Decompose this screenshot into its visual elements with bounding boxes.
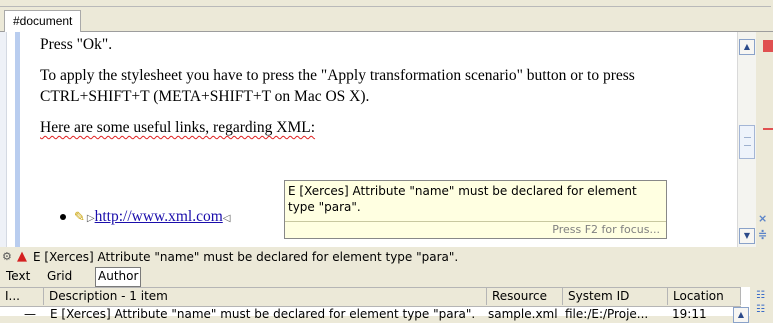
bullet-icon	[60, 214, 66, 221]
column-system-id-header[interactable]: System ID	[563, 288, 668, 305]
breadcrumb-document[interactable]: #document	[4, 10, 82, 33]
problem-system-id: file:/E:/Proje...	[565, 307, 649, 321]
tree-view-icon[interactable]: ☷	[756, 291, 768, 301]
element-end-icon: ◁	[222, 213, 231, 224]
tab-grid[interactable]: Grid	[45, 267, 74, 285]
error-tooltip: E [Xerces] Attribute "name" must be decl…	[284, 180, 667, 239]
overview-ruler[interactable]: ⨯ ≑	[756, 32, 773, 247]
table-row[interactable]: — E [Xerces] Attribute "name" must be de…	[0, 306, 741, 322]
problem-location: 19:11	[672, 307, 707, 321]
scroll-up-button[interactable]: ▲	[739, 39, 755, 55]
column-resource-header[interactable]: Resource	[487, 288, 563, 305]
problem-description: E [Xerces] Attribute "name" must be decl…	[50, 307, 476, 321]
tooltip-message: E [Xerces] Attribute "name" must be decl…	[288, 184, 637, 214]
tab-text[interactable]: Text	[4, 267, 32, 285]
gear-icon[interactable]: ⚙	[2, 247, 12, 267]
column-description-header[interactable]: Description - 1 item	[44, 288, 487, 305]
editor-vertical-scrollbar[interactable]: ▲ ▼	[737, 32, 756, 247]
tab-author[interactable]: Author	[95, 267, 142, 287]
table-side-toolbar: ☷ ☷	[750, 287, 773, 316]
frame-line	[0, 6, 771, 7]
warning-triangle-icon: ▲	[17, 249, 27, 264]
scroll-down-button[interactable]: ▼	[739, 228, 755, 244]
problem-severity-icon: —	[24, 307, 36, 321]
list-item-link: ✎ ▷http://www.xml.com◁	[60, 206, 230, 228]
paragraph-useful-links: Here are some useful links, regarding XM…	[40, 119, 316, 136]
tree-view-icon[interactable]: ☷	[756, 305, 768, 315]
column-icon-header[interactable]: I...	[0, 288, 44, 305]
error-marker[interactable]	[763, 128, 773, 130]
problems-table: I... Description - 1 item Resource Syste…	[0, 287, 773, 321]
error-marker[interactable]	[763, 40, 773, 52]
paragraph-apply-stylesheet: To apply the stylesheet you have to pres…	[40, 67, 635, 105]
column-location-header[interactable]: Location	[668, 288, 741, 305]
expand-icon[interactable]: ≑	[758, 228, 767, 241]
status-line: ⚙ ▲ E [Xerces] Attribute "name" must be …	[0, 247, 773, 267]
editor-mode-tabs: Text Grid Author	[0, 267, 773, 287]
paragraph-press-ok: Press "Ok".	[40, 36, 113, 53]
editor-gutter	[0, 32, 7, 247]
tooltip-focus-hint: Press F2 for focus...	[552, 223, 660, 236]
problem-resource: sample.xml	[488, 307, 558, 321]
xml-editor-window: #document Press "Ok". To apply the style…	[0, 0, 773, 323]
collapse-icon[interactable]: ⨯	[758, 212, 767, 225]
table-header: I... Description - 1 item Resource Syste…	[0, 287, 741, 307]
pencil-icon[interactable]: ✎	[74, 209, 85, 224]
scroll-thumb[interactable]	[739, 125, 755, 159]
table-scroll-up-button[interactable]: ▲	[733, 307, 749, 323]
xml-com-link[interactable]: http://www.xml.com	[95, 208, 223, 225]
status-message: E [Xerces] Attribute "name" must be decl…	[33, 250, 459, 264]
document-content[interactable]: Press "Ok". To apply the stylesheet you …	[40, 34, 720, 148]
element-start-icon: ▷	[86, 213, 95, 224]
grip-icon	[744, 137, 751, 146]
breadcrumb-bar: #document	[0, 0, 773, 33]
section-marker-bar	[15, 32, 20, 247]
